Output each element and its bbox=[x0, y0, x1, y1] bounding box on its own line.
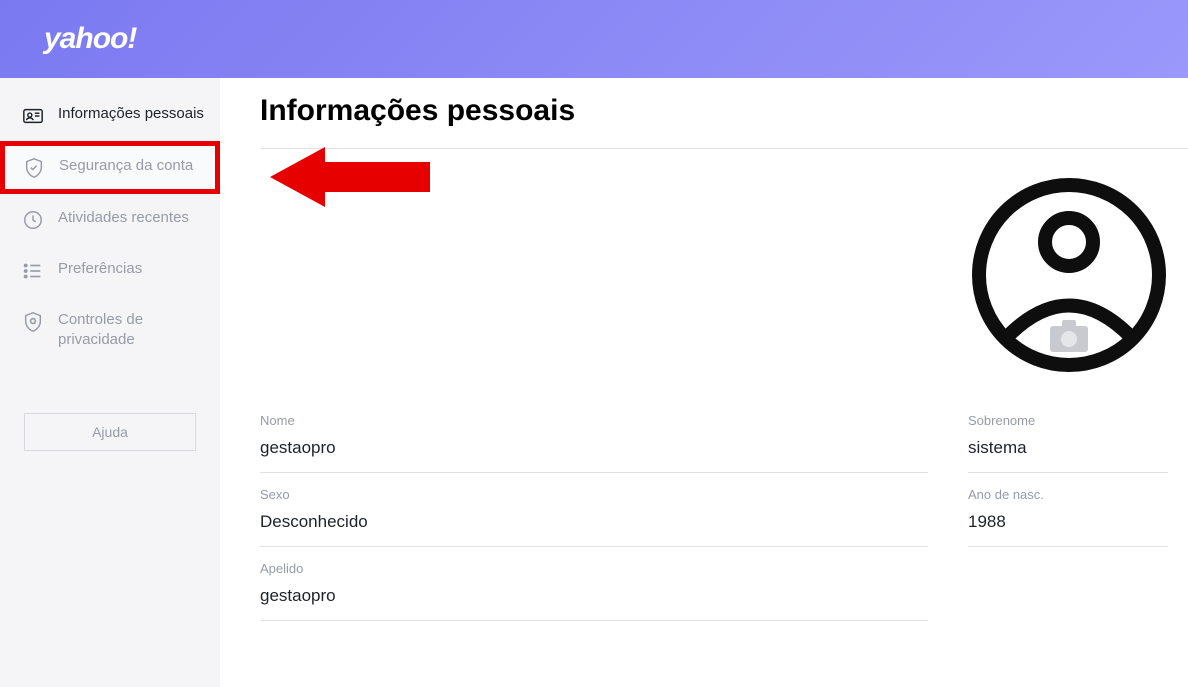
field-label: Ano de nasc. bbox=[968, 487, 1168, 502]
field-value: sistema bbox=[968, 438, 1168, 458]
logo[interactable]: yahoo! bbox=[44, 22, 136, 56]
sidebar: Informações pessoais Segurança da conta … bbox=[0, 78, 220, 687]
help-button[interactable]: Ajuda bbox=[24, 413, 196, 451]
page-title: Informações pessoais bbox=[260, 94, 1188, 128]
main-content: Informações pessoais Nome ges bbox=[220, 78, 1188, 687]
field-nome[interactable]: Nome gestaopro bbox=[260, 399, 928, 473]
field-ano[interactable]: Ano de nasc. 1988 bbox=[968, 473, 1168, 547]
field-value: gestaopro bbox=[260, 438, 928, 458]
sidebar-item-personal-info[interactable]: Informações pessoais bbox=[0, 90, 220, 141]
sidebar-item-preferences[interactable]: Preferências bbox=[0, 245, 220, 296]
field-sexo[interactable]: Sexo Desconhecido bbox=[260, 473, 928, 547]
clock-icon bbox=[22, 209, 44, 231]
sidebar-item-label: Controles de privacidade bbox=[58, 310, 206, 351]
annotation-arrow bbox=[270, 142, 430, 212]
field-apelido[interactable]: Apelido gestaopro bbox=[260, 547, 928, 621]
sidebar-item-privacy[interactable]: Controles de privacidade bbox=[0, 296, 220, 365]
avatar[interactable] bbox=[972, 178, 1166, 372]
sidebar-item-label: Segurança da conta bbox=[59, 156, 193, 176]
sidebar-item-label: Preferências bbox=[58, 259, 142, 279]
field-value: 1988 bbox=[968, 512, 1168, 532]
field-value: Desconhecido bbox=[260, 512, 928, 532]
field-value: gestaopro bbox=[260, 586, 928, 606]
shield-check-icon bbox=[23, 157, 45, 179]
field-label: Sexo bbox=[260, 487, 928, 502]
field-sobrenome[interactable]: Sobrenome sistema bbox=[968, 399, 1168, 473]
fields-grid: Nome gestaopro Sobrenome sistema Sexo De… bbox=[260, 399, 1188, 621]
field-label: Sobrenome bbox=[968, 413, 1168, 428]
sidebar-item-label: Informações pessoais bbox=[58, 104, 204, 124]
shield-gear-icon bbox=[22, 311, 44, 333]
id-card-icon bbox=[22, 105, 44, 127]
sidebar-item-label: Atividades recentes bbox=[58, 208, 189, 228]
list-icon bbox=[22, 260, 44, 282]
sidebar-item-recent-activity[interactable]: Atividades recentes bbox=[0, 194, 220, 245]
sidebar-item-security[interactable]: Segurança da conta bbox=[0, 141, 220, 194]
header: yahoo! bbox=[0, 0, 1188, 78]
field-label: Nome bbox=[260, 413, 928, 428]
field-label: Apelido bbox=[260, 561, 928, 576]
